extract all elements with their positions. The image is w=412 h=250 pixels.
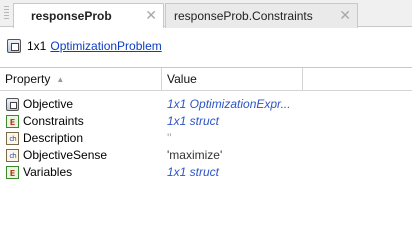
optimization-object-icon <box>6 97 19 111</box>
value-cell[interactable]: 1x1 struct <box>167 165 397 179</box>
property-cell: E Variables <box>6 165 162 179</box>
table-row[interactable]: ch Description '' <box>0 130 412 146</box>
value-cell[interactable]: 1x1 OptimizationExpr... <box>167 97 397 111</box>
tab-label: responseProb <box>31 9 112 23</box>
char-icon: ch <box>6 148 19 162</box>
struct-icon: E <box>6 114 19 128</box>
value-cell[interactable]: 'maximize' <box>167 148 397 162</box>
tab-strip: responseProb ✕ responseProb.Constraints … <box>0 0 412 28</box>
property-name: Variables <box>23 165 73 179</box>
property-name: Constraints <box>23 114 84 128</box>
tab-responseprob[interactable]: responseProb ✕ <box>13 3 164 28</box>
close-icon[interactable]: ✕ <box>339 8 351 22</box>
sort-ascending-icon: ▲ <box>56 74 65 84</box>
column-header-label: Value <box>167 72 197 86</box>
close-icon[interactable]: ✕ <box>145 8 157 22</box>
property-cell: ch Description <box>6 131 162 145</box>
table-row[interactable]: ch ObjectiveSense 'maximize' <box>0 147 412 163</box>
tab-label: responseProb.Constraints <box>174 9 313 23</box>
column-header-label: Property <box>5 72 51 86</box>
property-name: ObjectiveSense <box>23 148 108 162</box>
column-header-value[interactable]: Value <box>162 68 303 90</box>
value-cell[interactable]: 1x1 struct <box>167 114 397 128</box>
table-row[interactable]: E Variables 1x1 struct <box>0 164 412 180</box>
property-name: Description <box>23 131 84 145</box>
property-cell: ch ObjectiveSense <box>6 148 162 162</box>
tab-grip-handle[interactable] <box>4 6 9 20</box>
variable-summary: 1x1 OptimizationProblem <box>0 36 162 56</box>
class-link[interactable]: OptimizationProblem <box>50 39 161 53</box>
table-header: Property ▲ Value <box>0 68 412 91</box>
tab-responseprob-constraints[interactable]: responseProb.Constraints ✕ <box>165 3 358 28</box>
table-row[interactable]: E Constraints 1x1 struct <box>0 113 412 129</box>
summary-size: 1x1 <box>27 39 47 53</box>
struct-icon: E <box>6 165 19 179</box>
table-row[interactable]: Objective 1x1 OptimizationExpr... <box>0 96 412 112</box>
property-name: Objective <box>23 97 74 111</box>
char-icon: ch <box>6 131 19 145</box>
property-cell: Objective <box>6 97 162 111</box>
optimization-object-icon <box>7 39 21 53</box>
column-header-property[interactable]: Property ▲ <box>0 68 162 90</box>
property-table: Property ▲ Value Objective 1x1 Optimizat… <box>0 67 412 250</box>
value-cell[interactable]: '' <box>167 131 397 145</box>
property-cell: E Constraints <box>6 114 162 128</box>
